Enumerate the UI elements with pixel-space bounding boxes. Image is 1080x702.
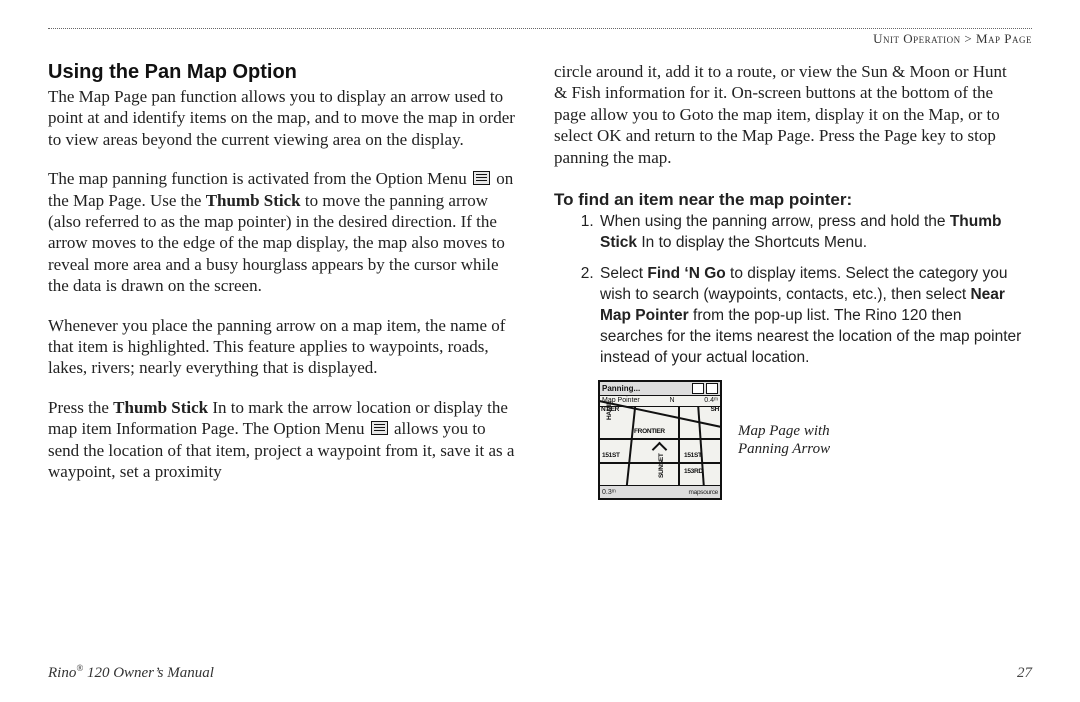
device-screenshot: Panning... Map Pointer N 0.4ᵐ [598,380,722,500]
screen-statusbar: 0.3ᵐ mapsource [600,485,720,498]
right-column: circle around it, add it to a route, or … [554,57,1024,500]
option-menu-icon [473,171,490,185]
label-sunset: SUNSET [658,454,665,479]
procedure-steps: When using the panning arrow, press and … [554,212,1024,368]
road-horiz-1 [600,438,720,440]
footer-brand: Rino [48,665,76,681]
header-subsection: Map Page [976,31,1032,46]
label-151st-a: 151ST [602,452,620,459]
label-151st-b: 151ST [684,452,702,459]
menu-icon [706,383,718,394]
figure-caption: Map Page with Panning Arrow [738,422,830,460]
info-right: 0.4ᵐ [704,395,718,406]
info-mid: N [669,395,674,406]
s1-c: In to display the Shortcuts Menu. [637,234,867,251]
label-sh: SH [711,406,719,413]
titlebar-icons [692,383,718,394]
option-menu-icon [371,421,388,435]
caption-line1: Map Page with [738,423,830,439]
s2-findngo: Find ‘N Go [647,265,725,282]
running-header: Unit Operation > Map Page [48,31,1032,47]
page-number: 27 [1017,665,1032,682]
section-heading: Using the Pan Map Option [48,61,518,84]
step-1: When using the panning arrow, press and … [598,212,1024,254]
label-hamil: HAMIL [606,401,613,420]
header-sep: > [961,31,976,46]
label-frontier: FRONTIER [634,428,665,435]
figure-row: Panning... Map Pointer N 0.4ᵐ [598,380,1024,500]
s2-a: Select [600,265,647,282]
screen-mapbody: NTIER SH HAMIL FRONTIER 151ST SUNSET 151… [600,406,720,486]
header-rule [48,28,1032,29]
caption-line2: Panning Arrow [738,441,830,457]
mapsource-text: mapsource [689,489,718,496]
p4-thumbstick: Thumb Stick [113,398,208,417]
para-highlight: Whenever you place the panning arrow on … [48,315,518,379]
procedure-heading: To find an item near the map pointer: [554,190,1024,210]
para-intro: The Map Page pan function allows you to … [48,86,518,150]
scale-text: 0.3ᵐ [602,489,616,496]
s1-a: When using the panning arrow, press and … [600,213,950,230]
para-activation: The map panning function is activated fr… [48,168,518,296]
footer-product: Rino® 120 Owner’s Manual [48,663,214,682]
two-column-layout: Using the Pan Map Option The Map Page pa… [48,57,1032,500]
screen-titlebar: Panning... [600,382,720,396]
step-2: Select Find ‘N Go to display items. Sele… [598,264,1024,369]
p2-thumbstick: Thumb Stick [206,191,301,210]
para-press-in: Press the Thumb Stick In to mark the arr… [48,397,518,483]
p2-seg-a: The map panning function is activated fr… [48,169,471,188]
footer-suffix: 120 Owner’s Manual [83,665,214,681]
road-vert-1 [626,406,636,486]
label-153rd: 153RD [684,468,703,475]
page-footer: Rino® 120 Owner’s Manual 27 [48,663,1032,682]
header-section: Unit Operation [873,31,961,46]
left-column: Using the Pan Map Option The Map Page pa… [48,57,518,500]
page: Unit Operation > Map Page Using the Pan … [0,0,1080,702]
screen-title: Panning... [602,384,640,393]
layers-icon [692,383,704,394]
p4-seg-a: Press the [48,398,113,417]
para-continuation: circle around it, add it to a route, or … [554,61,1024,168]
